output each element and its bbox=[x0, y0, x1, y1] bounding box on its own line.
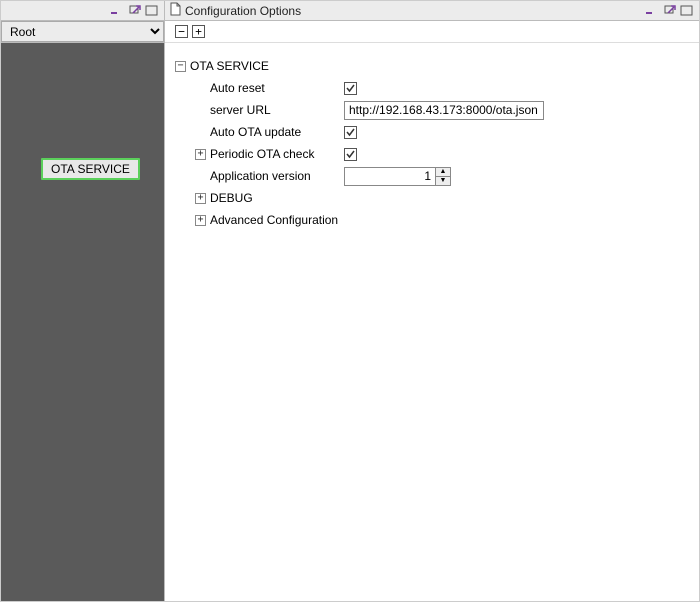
spacer bbox=[195, 127, 206, 138]
spinner-app-version[interactable]: ▲ ▼ bbox=[344, 167, 451, 186]
collapse-all-button[interactable]: − bbox=[175, 25, 188, 38]
root-select[interactable]: Root bbox=[1, 21, 164, 42]
minimize-icon[interactable] bbox=[643, 4, 659, 18]
right-panel: Configuration Options − + − bbox=[165, 1, 699, 601]
tree-row-periodic-check: + Periodic OTA check bbox=[175, 143, 689, 165]
input-server-url[interactable] bbox=[344, 101, 544, 120]
tree-row-auto-reset: Auto reset bbox=[175, 77, 689, 99]
panel-title: Configuration Options bbox=[185, 4, 301, 18]
spin-down-button[interactable]: ▼ bbox=[436, 177, 450, 185]
input-app-version[interactable] bbox=[345, 168, 435, 185]
row-label: Application version bbox=[210, 169, 340, 183]
restore-icon[interactable] bbox=[661, 4, 677, 18]
row-label: Advanced Configuration bbox=[210, 213, 340, 227]
row-label: OTA SERVICE bbox=[190, 59, 320, 73]
checkbox-periodic-check[interactable] bbox=[344, 148, 357, 161]
expand-all-button[interactable]: + bbox=[192, 25, 205, 38]
left-tree-body: OTA SERVICE bbox=[1, 43, 164, 601]
row-label: Auto reset bbox=[210, 81, 340, 95]
right-panel-header: Configuration Options bbox=[165, 1, 699, 21]
tree-row-app-version: Application version ▲ ▼ bbox=[175, 165, 689, 187]
spacer bbox=[195, 105, 206, 116]
toggle-debug[interactable]: + bbox=[195, 193, 206, 204]
root-selector[interactable]: Root bbox=[1, 21, 164, 43]
spacer bbox=[195, 171, 206, 182]
checkbox-auto-reset[interactable] bbox=[344, 82, 357, 95]
row-label: server URL bbox=[210, 103, 340, 117]
spacer bbox=[195, 83, 206, 94]
checkbox-auto-ota-update[interactable] bbox=[344, 126, 357, 139]
toggle-advanced[interactable]: + bbox=[195, 215, 206, 226]
tree-row-debug: + DEBUG bbox=[175, 187, 689, 209]
tree-row-auto-ota-update: Auto OTA update bbox=[175, 121, 689, 143]
left-panel-header bbox=[1, 1, 164, 21]
config-tree: − OTA SERVICE Auto reset server URL bbox=[165, 43, 699, 601]
maximize-icon[interactable] bbox=[679, 4, 695, 18]
left-panel: Root OTA SERVICE bbox=[1, 1, 165, 601]
tree-row-ota-service: − OTA SERVICE bbox=[175, 55, 689, 77]
tree-row-advanced: + Advanced Configuration bbox=[175, 209, 689, 231]
page-icon bbox=[169, 2, 181, 19]
row-label: Auto OTA update bbox=[210, 125, 340, 139]
tree-toolbar: − + bbox=[165, 21, 699, 43]
minimize-icon[interactable] bbox=[108, 4, 124, 18]
spin-up-button[interactable]: ▲ bbox=[436, 168, 450, 177]
maximize-icon[interactable] bbox=[144, 4, 160, 18]
toggle-periodic-check[interactable]: + bbox=[195, 149, 206, 160]
tree-node-ota-service[interactable]: OTA SERVICE bbox=[41, 158, 140, 180]
row-label: Periodic OTA check bbox=[210, 147, 340, 161]
toggle-ota-service[interactable]: − bbox=[175, 61, 186, 72]
restore-icon[interactable] bbox=[126, 4, 142, 18]
tree-row-server-url: server URL bbox=[175, 99, 689, 121]
row-label: DEBUG bbox=[210, 191, 340, 205]
